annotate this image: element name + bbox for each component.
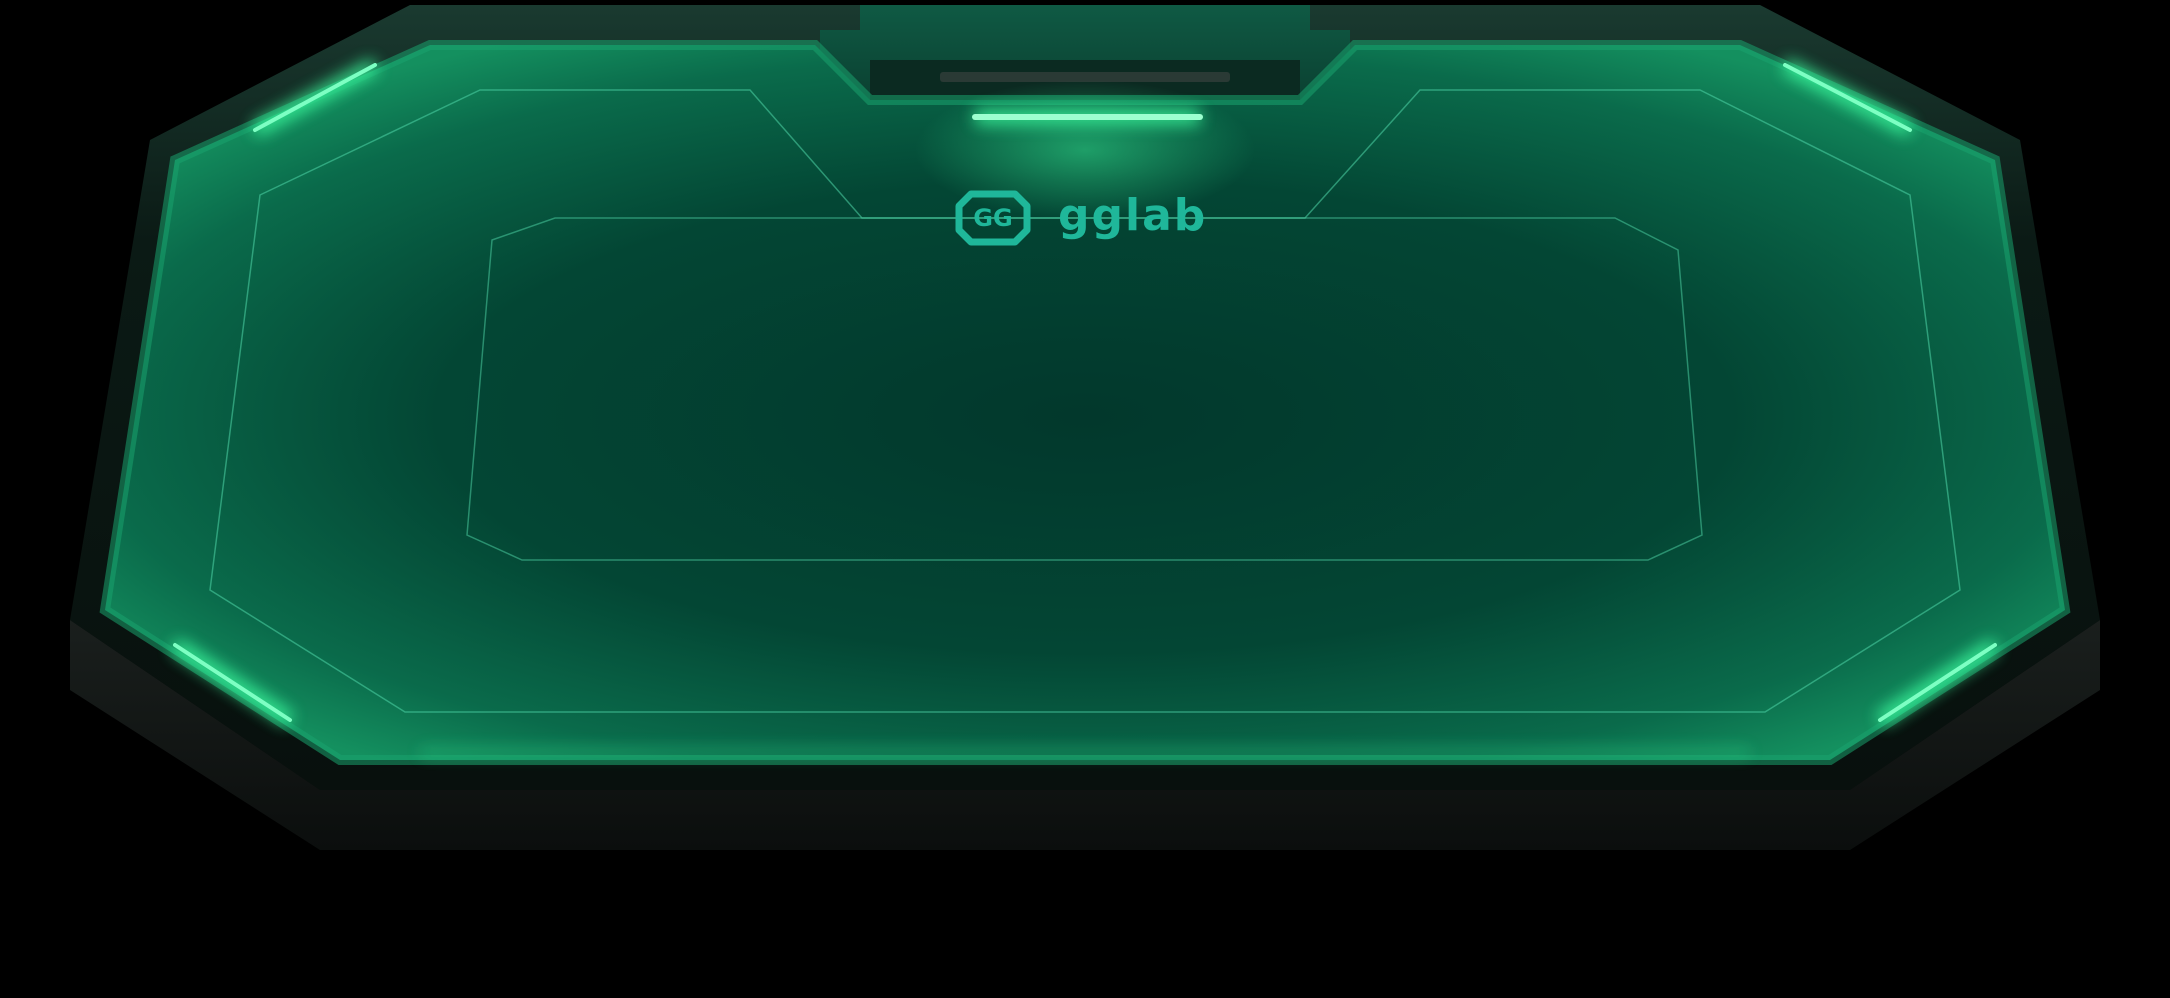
brand-name: gglab: [1058, 190, 1207, 241]
poker-table-scene: GG gglab: [0, 0, 2170, 994]
svg-text:GG: GG: [973, 204, 1012, 232]
poker-table: GG gglab: [70, 5, 2100, 850]
